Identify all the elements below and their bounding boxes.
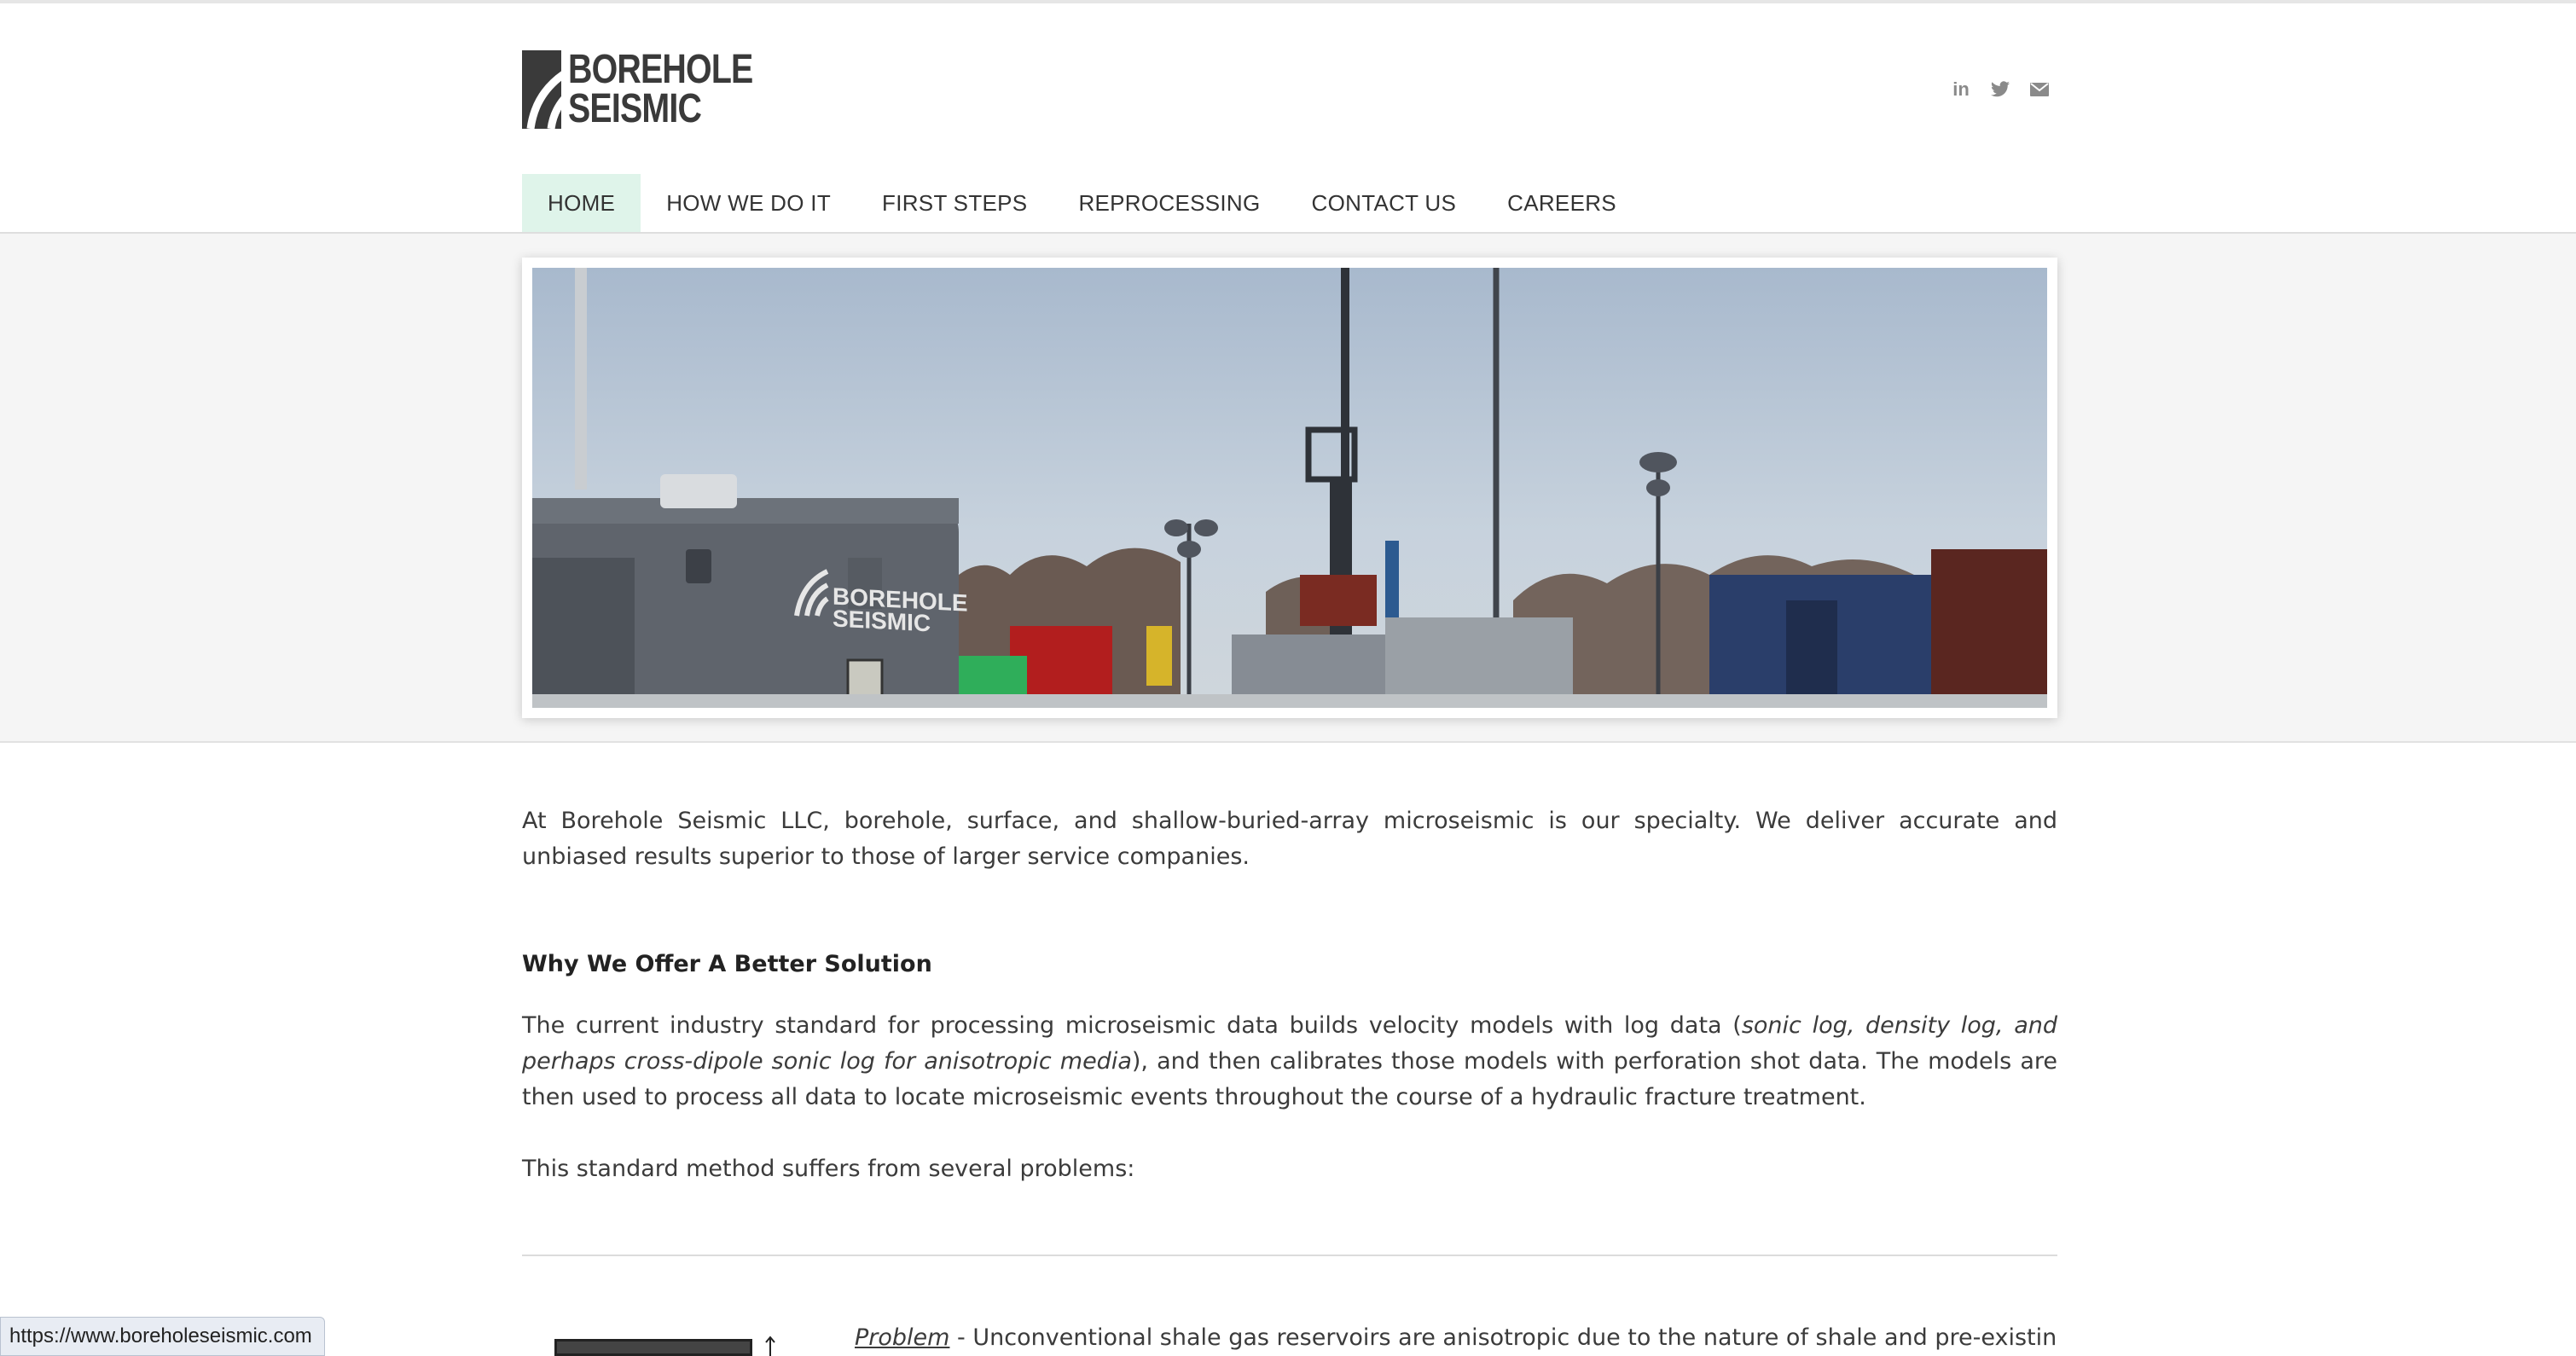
main-content: At Borehole Seismic LLC, borehole, surfa… [522,803,2057,1187]
arrow-up-icon [765,1336,775,1356]
problem-figure-thumbnail [554,1339,752,1356]
content-divider [522,1255,2057,1256]
problems-intro: This standard method suffers from severa… [522,1156,1135,1182]
banner-logo-line-2: SEISMIC [833,605,931,636]
nav-item-reprocessing[interactable]: REPROCESSING [1053,174,1285,232]
logo-mark-icon [522,50,561,129]
linkedin-icon[interactable]: in [1947,75,1976,104]
problem-paragraph: Problem - Unconventional shale gas reser… [855,1320,2057,1356]
hero-image: BOREHOLE SEISMIC [532,268,2047,708]
nav-item-contact-us[interactable]: CONTACT US [1286,174,1482,232]
linkedin-icon-label: in [1952,78,1970,100]
problem-text: - Unconventional shale gas reservoirs ar… [949,1324,2057,1351]
p1-start: The current industry standard for proces… [522,1012,1742,1039]
top-border [0,0,2576,3]
twitter-icon[interactable] [1986,75,2015,104]
site-logo[interactable]: BOREHOLE SEISMIC [522,48,793,131]
browser-status-bar: https://www.boreholeseismic.com [0,1317,325,1356]
logo-wordmark: BOREHOLE SEISMIC [567,47,753,131]
logo-line-1: BOREHOLE [567,47,753,92]
nav-item-home[interactable]: HOME [522,174,641,232]
standard-paragraph: The current industry standard for proces… [522,1008,2057,1116]
main-nav: HOME HOW WE DO IT FIRST STEPS REPROCESSI… [522,174,1642,232]
nav-item-careers[interactable]: CAREERS [1482,174,1642,232]
banner-frame: BOREHOLE SEISMIC [522,258,2057,718]
nav-item-first-steps[interactable]: FIRST STEPS [856,174,1053,232]
logo-line-2: SEISMIC [567,86,702,131]
nav-item-how-we-do-it[interactable]: HOW WE DO IT [641,174,856,232]
problem-label: Problem [855,1324,950,1351]
email-icon[interactable] [2025,75,2054,104]
section-heading: Why We Offer A Better Solution [522,951,932,977]
intro-paragraph: At Borehole Seismic LLC, borehole, surfa… [522,808,2057,870]
